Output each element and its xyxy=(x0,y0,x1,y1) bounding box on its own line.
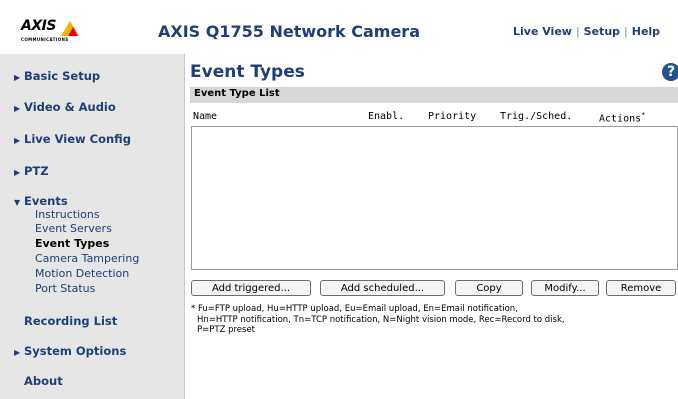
logo-triangle-accent-icon xyxy=(68,27,78,36)
sidebar-item-live-view-config[interactable]: ▶ Live View Config xyxy=(14,132,131,146)
chevron-right-icon: ▶ xyxy=(14,104,21,113)
legend-footnote: * Fu=FTP upload, Hu=HTTP upload, Eu=Emai… xyxy=(191,304,671,336)
chevron-right-icon: ▶ xyxy=(14,168,21,177)
sidebar-item-ptz[interactable]: ▶ PTZ xyxy=(14,164,49,178)
logo-subtext: COMMUNICATIONS xyxy=(21,37,69,42)
header: AXIS COMMUNICATIONS AXIS Q1755 Network C… xyxy=(0,0,678,54)
help-icon[interactable]: ? xyxy=(662,63,678,81)
chevron-right-icon: ▶ xyxy=(14,348,21,357)
modify-button[interactable]: Modify... xyxy=(531,280,599,296)
app-title: AXIS Q1755 Network Camera xyxy=(158,22,420,41)
sidebar-item-label: Recording List xyxy=(24,314,118,328)
chevron-right-icon: ▶ xyxy=(14,136,21,145)
top-nav: Live View | Setup | Help xyxy=(513,25,660,38)
footnote-line: P=PTZ preset xyxy=(197,325,256,335)
section-title: Event Type List xyxy=(194,88,280,99)
axis-logo[interactable]: AXIS COMMUNICATIONS xyxy=(21,18,93,48)
sidebar-item-about[interactable]: About xyxy=(24,374,63,388)
column-header-actions-mark: * xyxy=(641,111,646,119)
chevron-right-icon: ▶ xyxy=(14,73,21,82)
column-header-enabled: Enabl. xyxy=(368,111,405,122)
sidebar-item-label: PTZ xyxy=(24,164,49,178)
nav-help-link[interactable]: Help xyxy=(632,25,660,38)
add-scheduled-button[interactable]: Add scheduled... xyxy=(320,280,445,296)
sidebar-item-basic-setup[interactable]: ▶ Basic Setup xyxy=(14,69,100,83)
nav-setup-link[interactable]: Setup xyxy=(584,25,620,38)
sidebar-subitem-event-types[interactable]: Event Types xyxy=(35,237,109,250)
column-header-actions: Actions* xyxy=(599,111,645,124)
sidebar-item-label: About xyxy=(24,374,63,388)
sidebar-item-label: Video & Audio xyxy=(24,100,116,114)
sidebar-item-label: Live View Config xyxy=(24,132,131,146)
remove-button[interactable]: Remove xyxy=(606,280,676,296)
sidebar-item-events[interactable]: ▼ Events xyxy=(14,194,68,208)
nav-live-view-link[interactable]: Live View xyxy=(513,25,572,38)
sidebar-item-label: Events xyxy=(24,194,68,208)
sidebar-subitem-motion-detection[interactable]: Motion Detection xyxy=(35,267,129,280)
nav-separator: | xyxy=(624,25,628,38)
chevron-down-icon: ▼ xyxy=(14,198,21,207)
sidebar-subitem-camera-tampering[interactable]: Camera Tampering xyxy=(35,252,139,265)
event-type-list[interactable] xyxy=(191,126,678,270)
sidebar-subitem-port-status[interactable]: Port Status xyxy=(35,282,95,295)
column-header-priority: Priority xyxy=(428,111,477,122)
footnote-line: Hn=HTTP notification, Tn=TCP notificatio… xyxy=(197,314,565,325)
section-header: Event Type List xyxy=(190,87,678,103)
sidebar-divider xyxy=(184,54,185,399)
column-header-actions-label: Actions xyxy=(599,113,642,125)
sidebar-item-system-options[interactable]: ▶ System Options xyxy=(14,344,126,358)
add-triggered-button[interactable]: Add triggered... xyxy=(191,280,311,296)
sidebar-item-label: System Options xyxy=(24,344,127,358)
sidebar-item-label: Basic Setup xyxy=(24,69,101,83)
sidebar-item-video-audio[interactable]: ▶ Video & Audio xyxy=(14,100,116,114)
logo-text: AXIS xyxy=(21,18,56,34)
sidebar-subitem-instructions[interactable]: Instructions xyxy=(35,208,100,221)
copy-button[interactable]: Copy xyxy=(455,280,523,296)
column-header-name: Name xyxy=(193,111,218,122)
sidebar-subitem-event-servers[interactable]: Event Servers xyxy=(35,222,112,235)
page-title: Event Types xyxy=(190,62,305,82)
footnote-line: * Fu=FTP upload, Hu=HTTP upload, Eu=Emai… xyxy=(191,304,518,314)
sidebar-item-recording-list[interactable]: Recording List xyxy=(24,314,117,328)
column-header-trig-sched: Trig./Sched. xyxy=(500,111,573,122)
nav-separator: | xyxy=(575,25,580,38)
